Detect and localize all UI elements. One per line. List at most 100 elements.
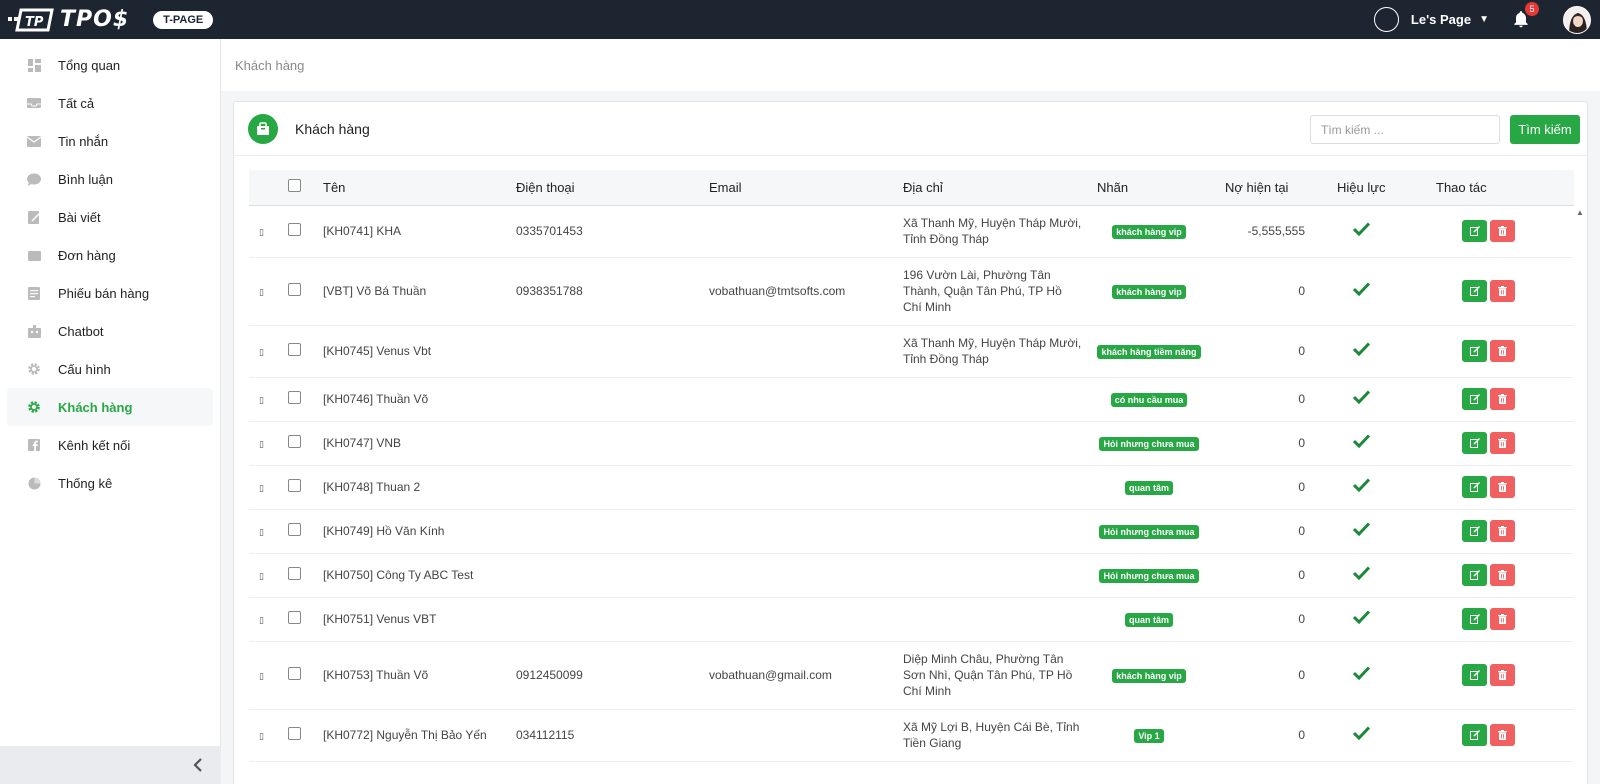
edit-button[interactable]	[1462, 520, 1487, 542]
row-checkbox[interactable]	[288, 434, 301, 448]
customer-name[interactable]: [KH0741] KHA	[323, 205, 516, 258]
search-input[interactable]	[1310, 115, 1500, 144]
customer-address: Xã Thanh Mỹ, Huyện Tháp Mười, Tỉnh Đồng …	[903, 205, 1097, 258]
customer-name[interactable]: [KH0750] Công Ty ABC Test	[323, 553, 516, 598]
column-header-phone[interactable]: Điện thoại	[516, 170, 709, 206]
table-row[interactable]: ▯ [VBT] Võ Bá Thuần 0938351788 vobathuan@tm…	[249, 257, 1574, 326]
drag-handle-icon[interactable]: ▯	[259, 347, 264, 357]
customer-name[interactable]: [KH0748] Thuan 2	[323, 465, 516, 510]
customer-name[interactable]: [KH0745] Venus Vbt	[323, 325, 516, 378]
edit-button[interactable]	[1462, 724, 1487, 746]
drag-handle-icon[interactable]: ▯	[259, 287, 264, 297]
customer-name[interactable]: [KH0746] Thuần Võ	[323, 377, 516, 422]
sidebar-item-9[interactable]: Khách hàng	[7, 388, 213, 426]
edit-button[interactable]	[1462, 280, 1487, 302]
sidebar-item-2[interactable]: Tin nhắn	[7, 122, 213, 160]
page-selector[interactable]: Le's Page	[1411, 12, 1471, 27]
customer-name[interactable]: [KH0753] Thuần Võ	[323, 641, 516, 710]
table-row[interactable]: ▯ [KH0747] VNB Hỏi nhưng chưa mua 0	[249, 421, 1574, 466]
row-checkbox[interactable]	[288, 566, 301, 580]
delete-button[interactable]	[1490, 724, 1515, 746]
drag-handle-icon[interactable]: ▯	[259, 731, 264, 741]
sidebar-collapse-button[interactable]	[0, 746, 221, 784]
scroll-up-arrow[interactable]: ▲	[1576, 208, 1584, 217]
row-checkbox[interactable]	[288, 610, 301, 624]
edit-button[interactable]	[1462, 608, 1487, 630]
column-header-email[interactable]: Email	[709, 170, 903, 206]
notification-button[interactable]: 5	[1511, 1, 1539, 31]
delete-button[interactable]	[1490, 432, 1515, 454]
delete-button[interactable]	[1490, 220, 1515, 242]
customer-name[interactable]: [KH0747] VNB	[323, 421, 516, 466]
column-header-active[interactable]: Hiệu lực	[1323, 170, 1423, 206]
sidebar-item-0[interactable]: Tổng quan	[7, 46, 213, 84]
edit-button[interactable]	[1462, 432, 1487, 454]
table-row[interactable]: ▯ [KH0749] Hồ Văn Kính Hỏi nhưng chưa mua 0	[249, 509, 1574, 554]
table-row[interactable]: ▯ [KH0751] Venus VBT quan tâm 0	[249, 597, 1574, 642]
delete-button[interactable]	[1490, 340, 1515, 362]
drag-handle-icon[interactable]: ▯	[259, 439, 264, 449]
row-checkbox[interactable]	[288, 522, 301, 536]
column-header-tag[interactable]: Nhãn	[1097, 170, 1213, 206]
sidebar-item-10[interactable]: Kênh kết nối	[7, 426, 213, 464]
sidebar-item-7[interactable]: Chatbot	[7, 312, 213, 350]
breadcrumb-item[interactable]: Khách hàng	[235, 58, 304, 73]
page-avatar[interactable]	[1373, 7, 1399, 32]
edit-icon	[1469, 730, 1480, 740]
drag-handle-icon[interactable]: ▯	[259, 227, 264, 237]
delete-button[interactable]	[1490, 388, 1515, 410]
tpage-badge[interactable]: T-PAGE	[153, 10, 214, 29]
row-checkbox[interactable]	[288, 390, 301, 404]
customer-name[interactable]: [KH0751] Venus VBT	[323, 597, 516, 642]
row-checkbox[interactable]	[288, 222, 301, 236]
chevron-down-icon[interactable]: ▼	[1479, 14, 1489, 25]
table-row[interactable]: ▯ [KH0745] Venus Vbt Xã Thanh Mỹ, Huyện Th…	[249, 325, 1574, 378]
drag-handle-icon[interactable]: ▯	[259, 571, 264, 581]
select-all-checkbox[interactable]	[288, 179, 301, 193]
edit-button[interactable]	[1462, 564, 1487, 586]
edit-button[interactable]	[1462, 388, 1487, 410]
column-header-debt[interactable]: Nợ hiện tại	[1213, 170, 1323, 206]
drag-handle-icon[interactable]: ▯	[259, 615, 264, 625]
delete-button[interactable]	[1490, 476, 1515, 498]
sidebar-item-8[interactable]: Cấu hình	[7, 350, 213, 388]
edit-button[interactable]	[1462, 664, 1487, 686]
sidebar-item-1[interactable]: Tất cả	[7, 84, 213, 122]
table-row[interactable]: ▯ [KH0748] Thuan 2 quan tâm 0	[249, 465, 1574, 510]
drag-handle-icon[interactable]: ▯	[259, 671, 264, 681]
edit-button[interactable]	[1462, 220, 1487, 242]
customer-name[interactable]: [KH0772] Nguyễn Thị Bảo Yến	[323, 709, 516, 762]
drag-handle-icon[interactable]: ▯	[259, 483, 264, 493]
column-header-address[interactable]: Địa chỉ	[903, 170, 1097, 206]
row-checkbox[interactable]	[288, 478, 301, 492]
column-header-name[interactable]: Tên	[323, 170, 516, 206]
drag-handle-icon[interactable]: ▯	[259, 527, 264, 537]
edit-button[interactable]	[1462, 340, 1487, 362]
delete-button[interactable]	[1490, 664, 1515, 686]
customer-name[interactable]: [KH0749] Hồ Văn Kính	[323, 509, 516, 554]
user-avatar[interactable]	[1563, 5, 1591, 34]
sidebar-item-4[interactable]: Bài viết	[7, 198, 213, 236]
edit-button[interactable]	[1462, 476, 1487, 498]
table-row[interactable]: ▯ [KH0746] Thuần Võ có nhu cầu mua 0	[249, 377, 1574, 422]
sidebar-item-3[interactable]: Bình luận	[7, 160, 213, 198]
delete-button[interactable]	[1490, 280, 1515, 302]
sidebar-item-11[interactable]: Thống kê	[7, 464, 213, 502]
table-row[interactable]: ▯ [KH0753] Thuần Võ 0912450099 vobathuan@gm…	[249, 641, 1574, 710]
row-checkbox[interactable]	[288, 282, 301, 296]
table-row[interactable]: ▯ [KH0750] Công Ty ABC Test Hỏi nhưng chưa…	[249, 553, 1574, 598]
delete-button[interactable]	[1490, 564, 1515, 586]
sidebar-item-5[interactable]: Đơn hàng	[7, 236, 213, 274]
delete-button[interactable]	[1490, 608, 1515, 630]
row-checkbox[interactable]	[288, 666, 301, 680]
sidebar-item-6[interactable]: Phiếu bán hàng	[7, 274, 213, 312]
row-checkbox[interactable]	[288, 726, 301, 740]
drag-handle-icon[interactable]: ▯	[259, 395, 264, 405]
table-row[interactable]: ▯ [KH0772] Nguyễn Thị Bảo Yến 034112115 Xã …	[249, 709, 1574, 762]
delete-button[interactable]	[1490, 520, 1515, 542]
row-checkbox[interactable]	[288, 342, 301, 356]
search-button[interactable]: Tìm kiếm	[1510, 115, 1580, 144]
brand-logo[interactable]: TP TPO$	[8, 6, 129, 34]
table-row[interactable]: ▯ [KH0741] KHA 0335701453 Xã Thanh Mỹ, Huyệ…	[249, 205, 1574, 258]
customer-name[interactable]: [VBT] Võ Bá Thuần	[323, 257, 516, 326]
